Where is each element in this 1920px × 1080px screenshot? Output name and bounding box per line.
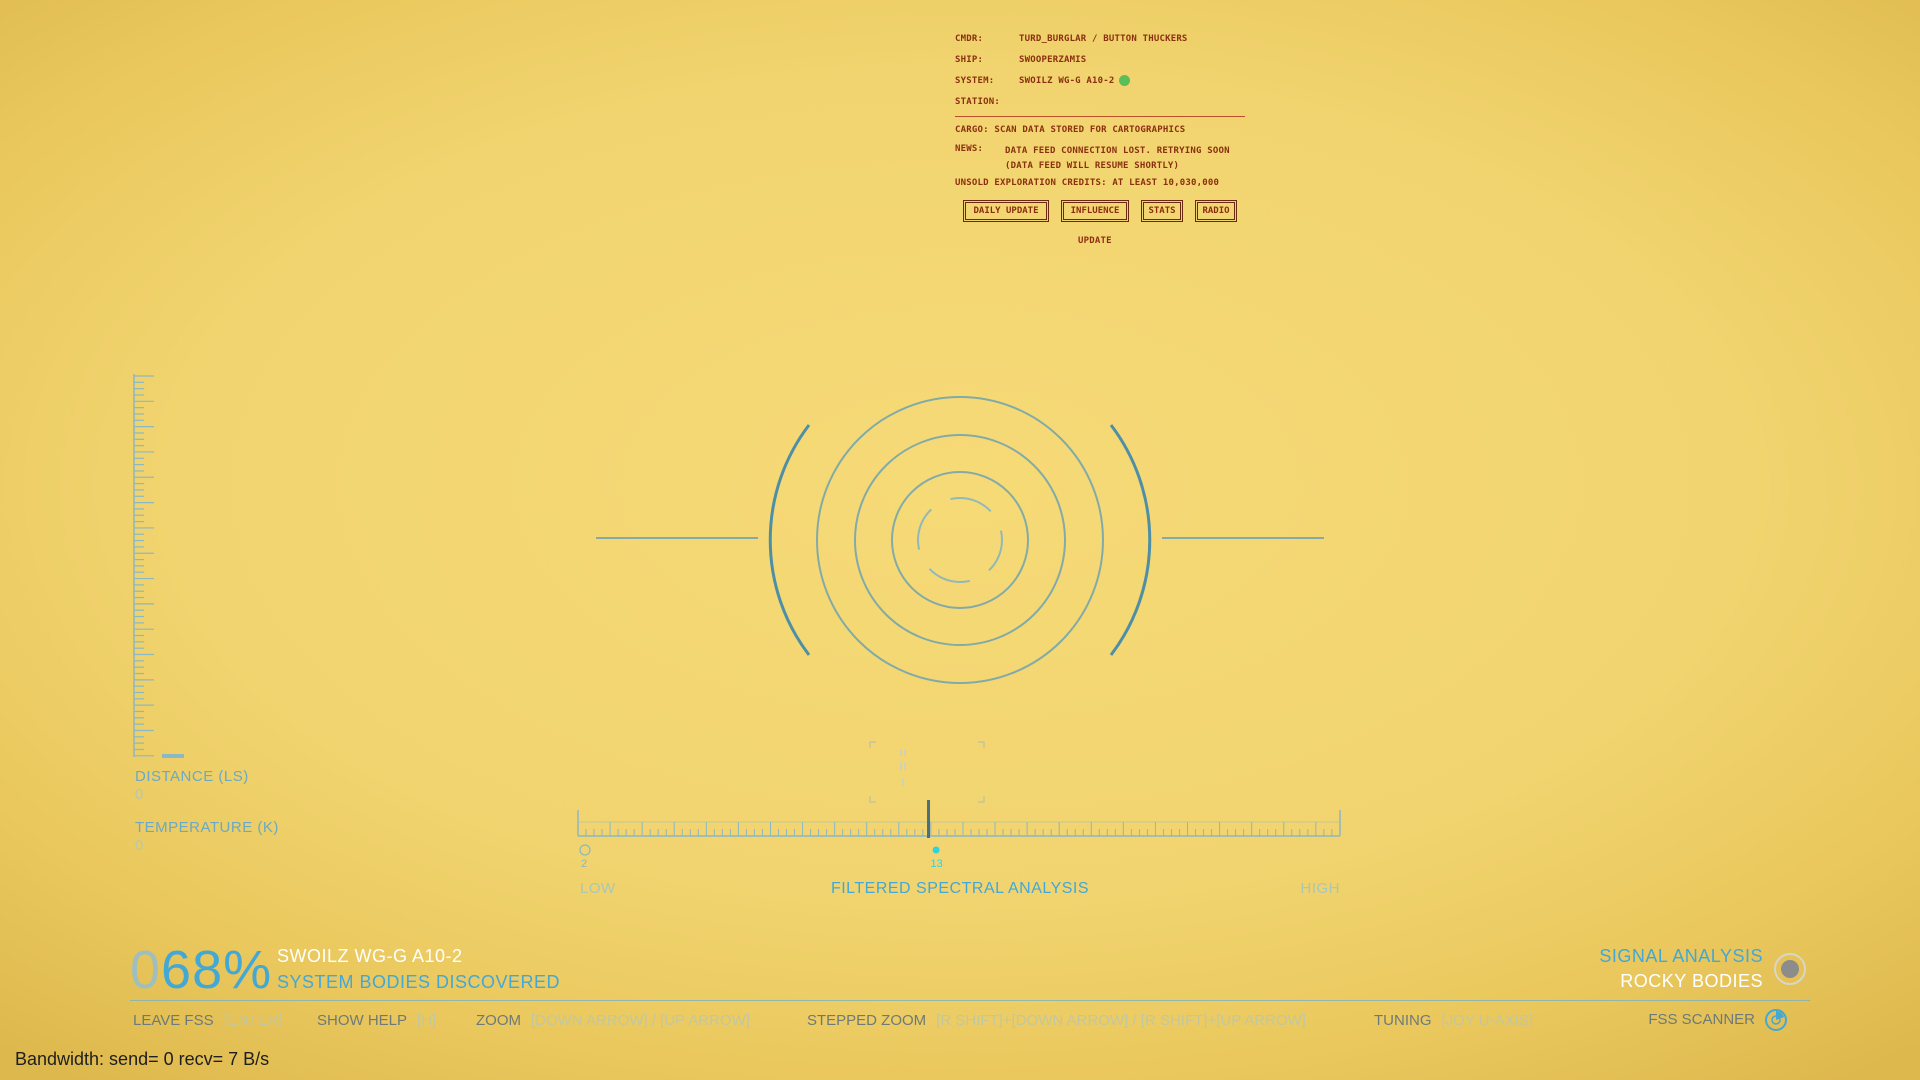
control-key: [DOWN ARROW] / [UP ARROW] bbox=[531, 1012, 750, 1029]
control-key: [ENTER] bbox=[223, 1012, 283, 1029]
tuning-cursor bbox=[927, 800, 931, 838]
spectral-analyzer[interactable]: 2 13 bbox=[574, 740, 1344, 875]
system-key: SYSTEM: bbox=[955, 76, 995, 86]
reticle-ring-center bbox=[917, 497, 1003, 583]
temperature-label: TEMPERATURE (K) bbox=[135, 819, 279, 836]
fss-scanner-label: FSS SCANNER bbox=[1648, 1011, 1755, 1028]
signal-peak-preview bbox=[900, 750, 906, 786]
cmdr-row: CMDR: TURD_BURGLAR / BUTTON THUCKERS bbox=[955, 34, 1188, 44]
control-action: LEAVE FSS bbox=[133, 1012, 214, 1029]
hud-divider bbox=[130, 1000, 1810, 1001]
body-type-label: ROCKY BODIES bbox=[1620, 971, 1763, 991]
spectrum-cursor-marker: 13 bbox=[931, 858, 943, 870]
control-key: [H] bbox=[417, 1012, 437, 1029]
ship-value: SWOOPERZAMIS bbox=[1019, 55, 1087, 65]
reticle-ring-outer bbox=[816, 396, 1104, 684]
control-zoom[interactable]: ZOOM [DOWN ARROW] / [UP ARROW] bbox=[476, 1012, 750, 1029]
distance-label: DISTANCE (LS) bbox=[135, 768, 249, 785]
target-icon bbox=[1774, 953, 1806, 985]
control-show-help[interactable]: SHOW HELP [H] bbox=[317, 1012, 436, 1029]
control-stepped-zoom[interactable]: STEPPED ZOOM [R SHIFT]+[DOWN ARROW] / [R … bbox=[807, 1012, 1306, 1029]
control-leave-fss[interactable]: LEAVE FSS [ENTER] bbox=[133, 1012, 283, 1029]
signal-analysis-label: SIGNAL ANALYSIS bbox=[1599, 946, 1763, 966]
info-divider bbox=[955, 116, 1245, 117]
reticle-ring-middle bbox=[854, 434, 1066, 646]
system-bodies-label: SYSTEM BODIES DISCOVERED bbox=[277, 972, 561, 992]
reticle-bracket-right bbox=[1109, 424, 1152, 656]
ship-key: SHIP: bbox=[955, 55, 984, 65]
station-row: STATION: bbox=[955, 97, 1019, 107]
update-link[interactable]: UPDATE bbox=[1078, 236, 1112, 246]
bandwidth-readout: Bandwidth: send= 0 recv= 7 B/s bbox=[15, 1049, 270, 1069]
radio-button[interactable]: RADIO bbox=[1195, 200, 1237, 222]
system-value: SWOILZ WG-G A10-2 bbox=[1019, 76, 1115, 86]
control-action: TUNING bbox=[1374, 1012, 1432, 1029]
control-action: STEPPED ZOOM bbox=[807, 1012, 927, 1029]
cmdr-key: CMDR: bbox=[955, 34, 984, 44]
spectrum-left-marker: 2 bbox=[581, 858, 587, 870]
spectrum-title: FILTERED SPECTRAL ANALYSIS bbox=[830, 880, 1090, 897]
temperature-value: 0 bbox=[135, 837, 144, 854]
news-value: DATA FEED CONNECTION LOST. RETRYING SOON… bbox=[1005, 146, 1230, 171]
distance-value: 0 bbox=[135, 786, 144, 803]
scanner-icon bbox=[1765, 1009, 1787, 1031]
system-name: SWOILZ WG-G A10-2 bbox=[277, 946, 463, 966]
gauge-level-marker bbox=[162, 754, 184, 758]
control-action: ZOOM bbox=[476, 1012, 521, 1029]
left-target-icon bbox=[579, 844, 591, 856]
signal-marker bbox=[932, 846, 940, 854]
control-key: [JOY U-AXIS] bbox=[1441, 1012, 1533, 1029]
focus-box bbox=[869, 741, 985, 803]
level-gauge bbox=[133, 374, 184, 758]
cargo-text: CARGO: SCAN DATA STORED FOR CARTOGRAPHIC… bbox=[955, 125, 1186, 135]
news-key: NEWS: bbox=[955, 144, 984, 154]
reticle-ring-inner bbox=[891, 471, 1029, 609]
status-dot-icon bbox=[1118, 75, 1130, 86]
scan-reticle bbox=[596, 396, 1324, 684]
ship-row: SHIP: SWOOPERZAMIS bbox=[955, 55, 1086, 65]
reticle-bracket-left bbox=[768, 424, 811, 656]
credits-text: UNSOLD EXPLORATION CREDITS: AT LEAST 10,… bbox=[955, 178, 1220, 188]
spectrum-low-label: LOW bbox=[580, 880, 616, 897]
daily-update-button[interactable]: DAILY UPDATE bbox=[963, 200, 1049, 222]
cmdr-value: TURD_BURGLAR / BUTTON THUCKERS bbox=[1019, 34, 1188, 44]
station-key: STATION: bbox=[955, 97, 1000, 107]
control-key: [R SHIFT]+[DOWN ARROW] / [R SHIFT]+[UP A… bbox=[936, 1012, 1306, 1029]
stats-button[interactable]: STATS bbox=[1141, 200, 1183, 222]
system-row: SYSTEM: SWOILZ WG-G A10-2 bbox=[955, 75, 1130, 86]
control-action: SHOW HELP bbox=[317, 1012, 408, 1029]
discovery-percent-main: 68% bbox=[161, 940, 273, 1000]
control-tuning[interactable]: TUNING [JOY U-AXIS] bbox=[1374, 1012, 1533, 1029]
influence-button[interactable]: INFLUENCE bbox=[1061, 200, 1129, 222]
discovery-percent: 068% bbox=[130, 940, 272, 1000]
spectrum-high-label: HIGH bbox=[1300, 880, 1340, 897]
discovery-percent-dim: 0 bbox=[130, 940, 162, 1000]
